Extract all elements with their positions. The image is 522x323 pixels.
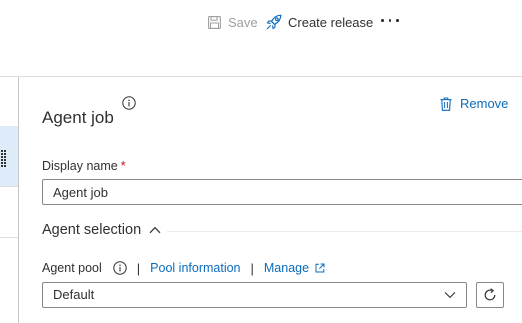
save-button[interactable]: Save: [208, 12, 258, 32]
pool-information-link[interactable]: Pool information: [150, 261, 240, 275]
remove-button[interactable]: Remove: [440, 96, 508, 111]
section-divider: [167, 231, 522, 232]
display-name-label-text: Display name: [42, 159, 118, 173]
drag-handle-icon[interactable]: [1, 150, 6, 168]
agent-selection-title: Agent selection: [42, 222, 142, 238]
remove-label: Remove: [460, 96, 509, 111]
floppy-disk-icon: [208, 15, 221, 29]
refresh-icon: [484, 288, 496, 301]
info-icon[interactable]: [113, 261, 127, 275]
task-list-separator: [0, 186, 18, 187]
agent-pool-row: Agent pool | Pool information | Manage: [42, 259, 325, 277]
trash-icon: [440, 97, 452, 111]
external-link-icon[interactable]: [315, 263, 325, 273]
required-marker: *: [120, 159, 126, 173]
rocket-icon: [266, 14, 282, 30]
agent-pool-selected-value: Default: [53, 287, 95, 302]
separator: |: [136, 260, 141, 276]
more-options-button[interactable]: [381, 19, 401, 23]
pipeline-task-list: [0, 77, 18, 323]
manage-link[interactable]: Manage: [264, 261, 309, 275]
create-release-button[interactable]: Create release: [266, 12, 373, 32]
agent-selection-header[interactable]: Agent selection: [42, 222, 161, 238]
display-name-label: Display name *: [42, 159, 126, 173]
agent-pool-dropdown[interactable]: Default: [42, 282, 467, 308]
toolbar: Save Create release: [0, 0, 522, 76]
page-title: Agent job: [42, 108, 114, 127]
more-horizontal-icon: [381, 19, 384, 22]
chevron-up-icon: [149, 226, 161, 234]
task-list-separator: [0, 237, 18, 238]
info-icon[interactable]: [122, 96, 136, 110]
refresh-button[interactable]: [476, 282, 504, 308]
separator: |: [250, 260, 254, 276]
create-release-label: Create release: [288, 14, 374, 30]
save-label: Save: [228, 14, 258, 30]
chevron-down-icon: [444, 292, 456, 299]
agent-job-panel: Agent job Remove Display name* Agent sel…: [19, 77, 522, 323]
agent-pool-label: Agent pool: [42, 261, 102, 275]
display-name-input[interactable]: [42, 179, 522, 205]
